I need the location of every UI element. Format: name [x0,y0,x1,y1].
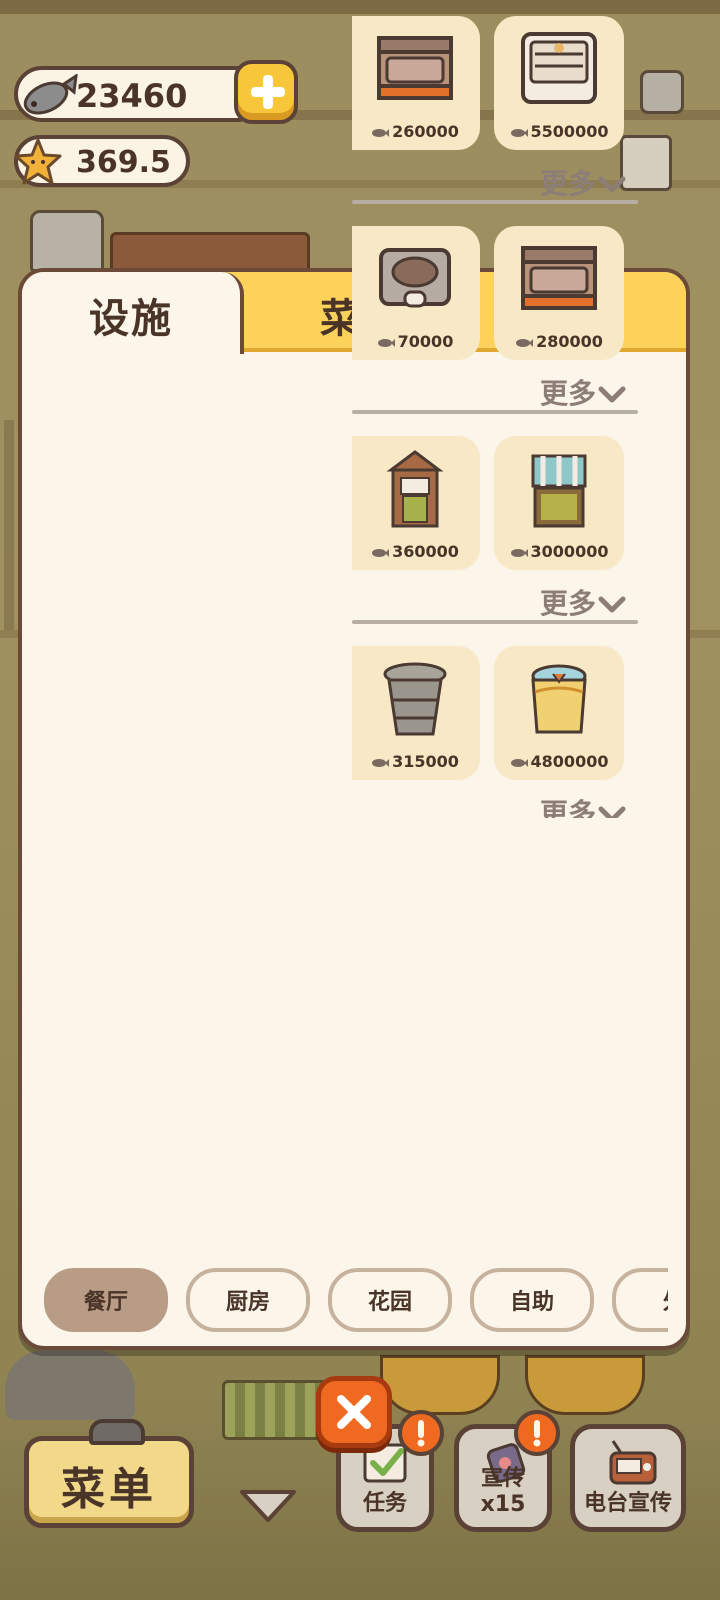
item-price-value: 4800000 [530,752,609,771]
chevron-down-icon [598,806,626,818]
more-label: 更多 [540,167,597,200]
fish-icon [510,128,528,137]
plus-icon [251,75,285,109]
close-button[interactable] [316,1376,392,1448]
more-button[interactable]: 更多 [540,162,626,202]
alert-icon [514,1410,560,1456]
triangle-down-icon[interactable] [238,1486,298,1526]
menu-label: 菜单 [61,1464,157,1515]
category-chip-garden[interactable]: 花园 [328,1268,452,1332]
fish-currency-display: 23460 [14,66,264,122]
stove-icon [521,246,597,310]
chip-label: 外 [663,1284,668,1316]
item-price: 5500000 [494,122,624,141]
item-price: 70000 [352,332,480,351]
fish-icon [510,758,528,767]
task-label: 任务 [362,1491,407,1516]
fish-icon [516,338,534,347]
barrel-decoration [380,1355,500,1415]
category-chip-outside[interactable]: 外 [612,1268,668,1332]
shop-row: 260000 5500000 更多 [352,0,652,210]
stove-icon [377,36,453,100]
chip-label: 厨房 [225,1290,270,1315]
window-icon [386,450,444,528]
category-chip-kitchen[interactable]: 厨房 [186,1268,310,1332]
chip-label: 餐厅 [83,1290,128,1315]
fish-icon [510,548,528,557]
radio-icon [609,1440,657,1485]
category-chip-self-service[interactable]: 自助 [470,1268,594,1332]
curtain-window-icon [531,454,587,528]
more-label: 更多 [540,797,597,818]
item-price: 3000000 [494,542,624,561]
shop-item-card[interactable]: 3000000 [494,436,624,570]
item-price-value: 70000 [397,332,454,351]
shop-row: 315000 4800000 更多 [352,630,652,818]
chevron-down-icon [598,176,626,193]
promotion-label: 宣传x15 [480,1466,526,1517]
item-price-value: 3000000 [530,542,609,561]
menu-button[interactable]: 菜单 [24,1419,194,1528]
item-price: 280000 [494,332,624,351]
wall-post [4,420,14,630]
shop-item-card[interactable]: 280000 [494,226,624,360]
fish-icon [377,338,395,347]
add-fish-button[interactable] [234,60,298,124]
item-price: 260000 [352,122,480,141]
shop-item-card[interactable]: 260000 [352,16,480,150]
fish-amount: 23460 [76,77,188,115]
item-price: 315000 [352,752,480,771]
item-price-value: 315000 [392,752,459,771]
shop-item-card[interactable]: 5500000 [494,16,624,150]
oven-icon [521,32,597,104]
fish-icon [372,548,390,557]
chevron-down-icon [598,596,626,613]
tab-facility-label: 设施 [89,296,173,342]
shop-row: 70000 280000 更多 [352,210,652,420]
shop-item-card[interactable]: 4800000 [494,646,624,780]
clipboard-clip-icon [89,1419,145,1445]
shop-item-card[interactable]: 70000 [352,226,480,360]
fish-icon [23,74,78,115]
row-divider [352,620,638,624]
tab-facility[interactable]: 设施 [22,272,244,354]
chip-label: 自助 [509,1290,554,1315]
shop-item-list[interactable]: 260000 5500000 更多 70000 280000 更多 360000… [352,0,652,818]
category-chip-restaurant[interactable]: 餐厅 [44,1268,168,1332]
radio-promotion-label: 电台宣传 [583,1491,672,1516]
alert-icon [398,1410,444,1456]
star-icon [14,138,62,185]
fish-icon [372,128,390,137]
chevron-down-icon [598,386,626,403]
stone-decoration [5,1350,135,1420]
more-label: 更多 [540,587,597,620]
row-divider [352,410,638,414]
more-button[interactable]: 更多 [540,582,626,622]
shop-item-card[interactable]: 360000 [352,436,480,570]
category-chip-bar[interactable]: 餐厅 厨房 花园 自助 外 [44,1264,668,1336]
shop-item-card[interactable]: 315000 [352,646,480,780]
item-price-value: 360000 [392,542,459,561]
more-button[interactable]: 更多 [540,372,626,412]
row-divider [352,200,638,204]
item-price-value: 280000 [536,332,603,351]
more-button[interactable]: 更多 [540,792,626,818]
shop-roof-decoration [30,210,104,272]
star-currency-display: 369.5 [14,135,190,187]
item-price-value: 260000 [392,122,459,141]
item-price: 360000 [352,542,480,561]
chip-label: 花园 [367,1290,412,1315]
basket-icon [531,664,587,734]
item-price: 4800000 [494,752,624,771]
item-price-value: 5500000 [530,122,609,141]
shop-row: 360000 3000000 更多 [352,420,652,630]
star-amount: 369.5 [76,145,171,180]
barrel-decoration [525,1355,645,1415]
more-label: 更多 [540,377,597,410]
fish-icon [372,758,390,767]
close-icon [337,1395,371,1429]
grill-icon [379,248,451,308]
radio-promotion-button[interactable]: 电台宣传 [570,1424,686,1532]
trash-can-icon [383,662,447,736]
